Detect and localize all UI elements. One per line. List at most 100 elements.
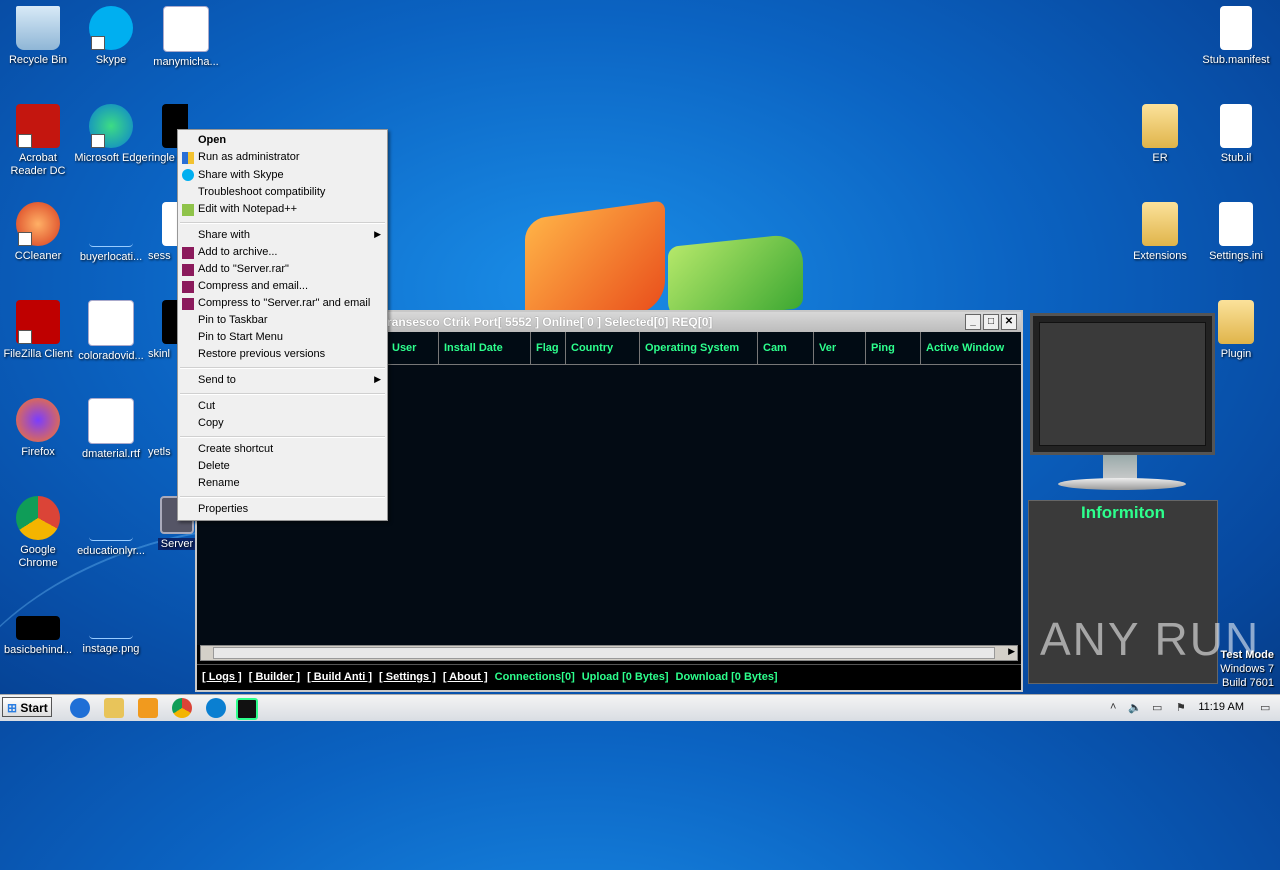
media-player-icon[interactable] xyxy=(138,698,158,718)
maximize-button[interactable]: □ xyxy=(983,314,999,330)
desktop-icon-stub-manifest[interactable]: Stub.manifest xyxy=(1198,0,1274,67)
windows-flag-icon: ⊞ xyxy=(7,701,18,715)
rat-footer: [ Logs ] [ Builder ] [ Build Anti ] [ Se… xyxy=(197,664,1021,689)
menu-share-with[interactable]: Share with xyxy=(198,227,250,244)
minimize-button[interactable]: _ xyxy=(965,314,981,330)
desktop-icon-firefox[interactable]: Firefox xyxy=(0,392,76,459)
logs-link[interactable]: [ Logs ] xyxy=(202,671,242,683)
col-user[interactable]: User xyxy=(387,332,439,364)
desktop-icon-ccleaner[interactable]: CCleaner xyxy=(0,196,76,263)
about-link[interactable]: [ About ] xyxy=(443,671,488,683)
folder-icon xyxy=(1218,300,1254,344)
desktop-icon-edge[interactable]: Microsoft Edge xyxy=(73,98,149,165)
desktop-icon-coloradovid[interactable]: coloradovid... xyxy=(73,294,149,363)
menu-cut[interactable]: Cut xyxy=(198,398,215,415)
word-doc-icon xyxy=(88,398,134,444)
menu-compress-email[interactable]: Compress and email... xyxy=(198,278,308,295)
horizontal-scrollbar[interactable]: ▶ xyxy=(200,645,1018,661)
settings-link[interactable]: [ Settings ] xyxy=(379,671,436,683)
winrar-icon xyxy=(182,264,194,276)
test-mode-label: Test Mode Windows 7 Build 7601 xyxy=(1220,649,1274,689)
folder-icon xyxy=(1142,104,1178,148)
menu-add-archive[interactable]: Add to archive... xyxy=(198,244,278,261)
menu-create-shortcut[interactable]: Create shortcut xyxy=(198,441,273,458)
file-icon xyxy=(1220,6,1252,50)
desktop-icon-stub-il[interactable]: Stub.il xyxy=(1198,98,1274,165)
desktop-icon-dmaterial[interactable]: dmaterial.rtf xyxy=(73,392,149,461)
menu-add-server-rar[interactable]: Add to "Server.rar" xyxy=(198,261,289,278)
word-doc-icon xyxy=(88,300,134,346)
desktop-icon-manymicha[interactable]: manymicha... xyxy=(148,0,224,69)
desktop-icon-recycle-bin[interactable]: Recycle Bin xyxy=(0,0,76,67)
col-install-date[interactable]: Install Date xyxy=(439,332,531,364)
desktop-icon-buyerlocati[interactable]: buyerlocati... xyxy=(73,196,149,264)
col-active-window[interactable]: Active Window xyxy=(921,332,1017,364)
desktop-icon-extensions[interactable]: Extensions xyxy=(1122,196,1198,263)
menu-copy[interactable]: Copy xyxy=(198,415,224,432)
skype-icon xyxy=(89,6,133,50)
word-doc-icon xyxy=(163,6,209,52)
menu-restore-versions[interactable]: Restore previous versions xyxy=(198,346,325,363)
scrollbar-thumb[interactable] xyxy=(213,647,995,659)
desktop-icon-chrome[interactable]: Google Chrome xyxy=(0,490,76,570)
rat-title-text: ransesco Ctrik Port[ 5552 ] Online[ 0 ] … xyxy=(387,315,713,329)
chrome-taskbar-icon[interactable] xyxy=(172,698,192,718)
col-ver[interactable]: Ver xyxy=(814,332,866,364)
explorer-icon[interactable] xyxy=(104,698,124,718)
volume-icon[interactable]: 🔈 xyxy=(1128,701,1142,714)
edge-taskbar-icon[interactable] xyxy=(206,698,226,718)
ie-icon[interactable] xyxy=(70,698,90,718)
menu-share-skype[interactable]: Share with Skype xyxy=(198,167,284,184)
winrar-icon xyxy=(182,298,194,310)
col-ping[interactable]: Ping xyxy=(866,332,921,364)
menu-rename[interactable]: Rename xyxy=(198,475,240,492)
winrar-icon xyxy=(182,247,194,259)
menu-separator xyxy=(180,496,385,498)
rat-app-taskbar-icon[interactable] xyxy=(236,698,258,720)
menu-properties[interactable]: Properties xyxy=(198,501,248,518)
col-cam[interactable]: Cam xyxy=(758,332,814,364)
builder-link[interactable]: [ Builder ] xyxy=(249,671,300,683)
edge-icon xyxy=(89,104,133,148)
menu-separator xyxy=(180,222,385,224)
menu-troubleshoot[interactable]: Troubleshoot compatibility xyxy=(198,184,325,201)
filezilla-icon xyxy=(16,300,60,344)
folder-icon xyxy=(1142,202,1178,246)
menu-open[interactable]: Open xyxy=(198,132,226,149)
desktop-icon-acrobat[interactable]: Acrobat Reader DC xyxy=(0,98,76,178)
col-flag[interactable]: Flag xyxy=(531,332,566,364)
menu-compress-rar-email[interactable]: Compress to "Server.rar" and email xyxy=(198,295,370,312)
file-icon xyxy=(89,202,133,247)
desktop-icon-er[interactable]: ER xyxy=(1122,98,1198,165)
file-icon xyxy=(16,616,60,640)
desktop-icon-educationlyr[interactable]: educationlyr... xyxy=(73,490,149,558)
scroll-right-icon[interactable]: ▶ xyxy=(1008,646,1015,657)
monitor-base xyxy=(1058,478,1186,490)
menu-send-to[interactable]: Send to xyxy=(198,372,236,389)
network-icon[interactable]: ▭ xyxy=(1152,701,1162,714)
desktop-icon-settings-ini[interactable]: Settings.ini xyxy=(1198,196,1274,263)
build-anti-link[interactable]: [ Build Anti ] xyxy=(307,671,372,683)
menu-delete[interactable]: Delete xyxy=(198,458,230,475)
menu-run-as-admin[interactable]: Run as administrator xyxy=(198,149,300,166)
connections-status: Connections[0] xyxy=(494,671,575,683)
show-desktop-icon[interactable]: ▭ xyxy=(1260,701,1270,714)
desktop-icon-basicbehind[interactable]: basicbehind... xyxy=(0,588,76,657)
menu-pin-taskbar[interactable]: Pin to Taskbar xyxy=(198,312,268,329)
col-country[interactable]: Country xyxy=(566,332,640,364)
firefox-icon xyxy=(16,398,60,442)
action-center-flag-icon[interactable]: ⚑ xyxy=(1176,701,1186,714)
col-operating-system[interactable]: Operating System xyxy=(640,332,758,364)
desktop-icon-filezilla[interactable]: FileZilla Client xyxy=(0,294,76,361)
file-icon xyxy=(1220,104,1252,148)
close-button[interactable]: ✕ xyxy=(1001,314,1017,330)
ccleaner-icon xyxy=(16,202,60,246)
start-button[interactable]: ⊞ Start xyxy=(2,697,52,717)
tray-expand-icon[interactable]: ˄ xyxy=(1110,701,1116,713)
menu-pin-start[interactable]: Pin to Start Menu xyxy=(198,329,283,346)
menu-edit-notepad[interactable]: Edit with Notepad++ xyxy=(198,201,297,218)
desktop-icon-instage[interactable]: instage.png xyxy=(73,588,149,656)
clock[interactable]: 11:19 AM xyxy=(1198,701,1244,713)
desktop-icon-skype[interactable]: Skype xyxy=(73,0,149,67)
taskbar: ⊞ Start ˄ 🔈 ▭ ⚑ 11:19 AM ▭ xyxy=(0,694,1280,721)
